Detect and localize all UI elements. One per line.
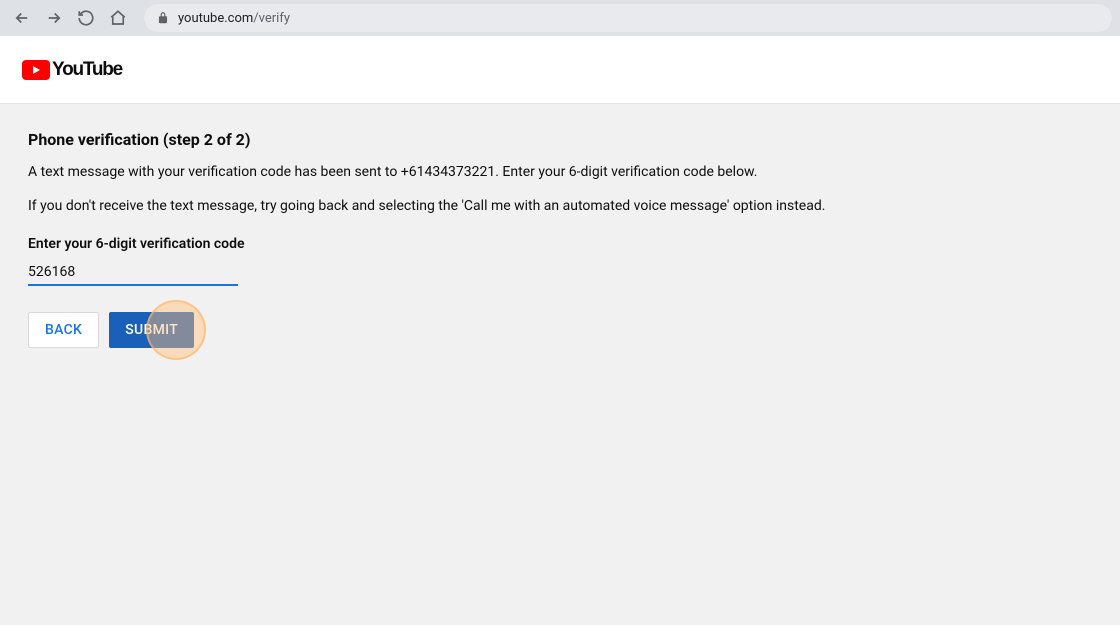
- browser-back-button[interactable]: [8, 4, 36, 32]
- code-input-label: Enter your 6-digit verification code: [28, 236, 1092, 252]
- submit-button[interactable]: Submit: [109, 312, 194, 348]
- browser-chrome: youtube.com/verify: [0, 0, 1120, 36]
- browser-forward-button[interactable]: [40, 4, 68, 32]
- sent-message: A text message with your verification co…: [28, 163, 1092, 183]
- address-bar[interactable]: youtube.com/verify: [144, 4, 1112, 32]
- lock-icon: [156, 11, 170, 25]
- main-content: Phone verification (step 2 of 2) A text …: [0, 104, 1120, 374]
- browser-home-button[interactable]: [104, 4, 132, 32]
- button-row: Back Submit: [28, 312, 1092, 348]
- youtube-header: YouTube: [0, 36, 1120, 104]
- browser-reload-button[interactable]: [72, 4, 100, 32]
- fallback-message: If you don't receive the text message, t…: [28, 197, 1092, 217]
- youtube-logo-text: YouTube: [52, 59, 122, 81]
- url-text: youtube.com/verify: [178, 11, 290, 26]
- back-button[interactable]: Back: [28, 312, 99, 348]
- youtube-play-icon: [22, 60, 50, 80]
- page-title: Phone verification (step 2 of 2): [28, 130, 1092, 149]
- youtube-logo[interactable]: YouTube: [22, 59, 122, 81]
- verification-code-input[interactable]: [28, 260, 238, 286]
